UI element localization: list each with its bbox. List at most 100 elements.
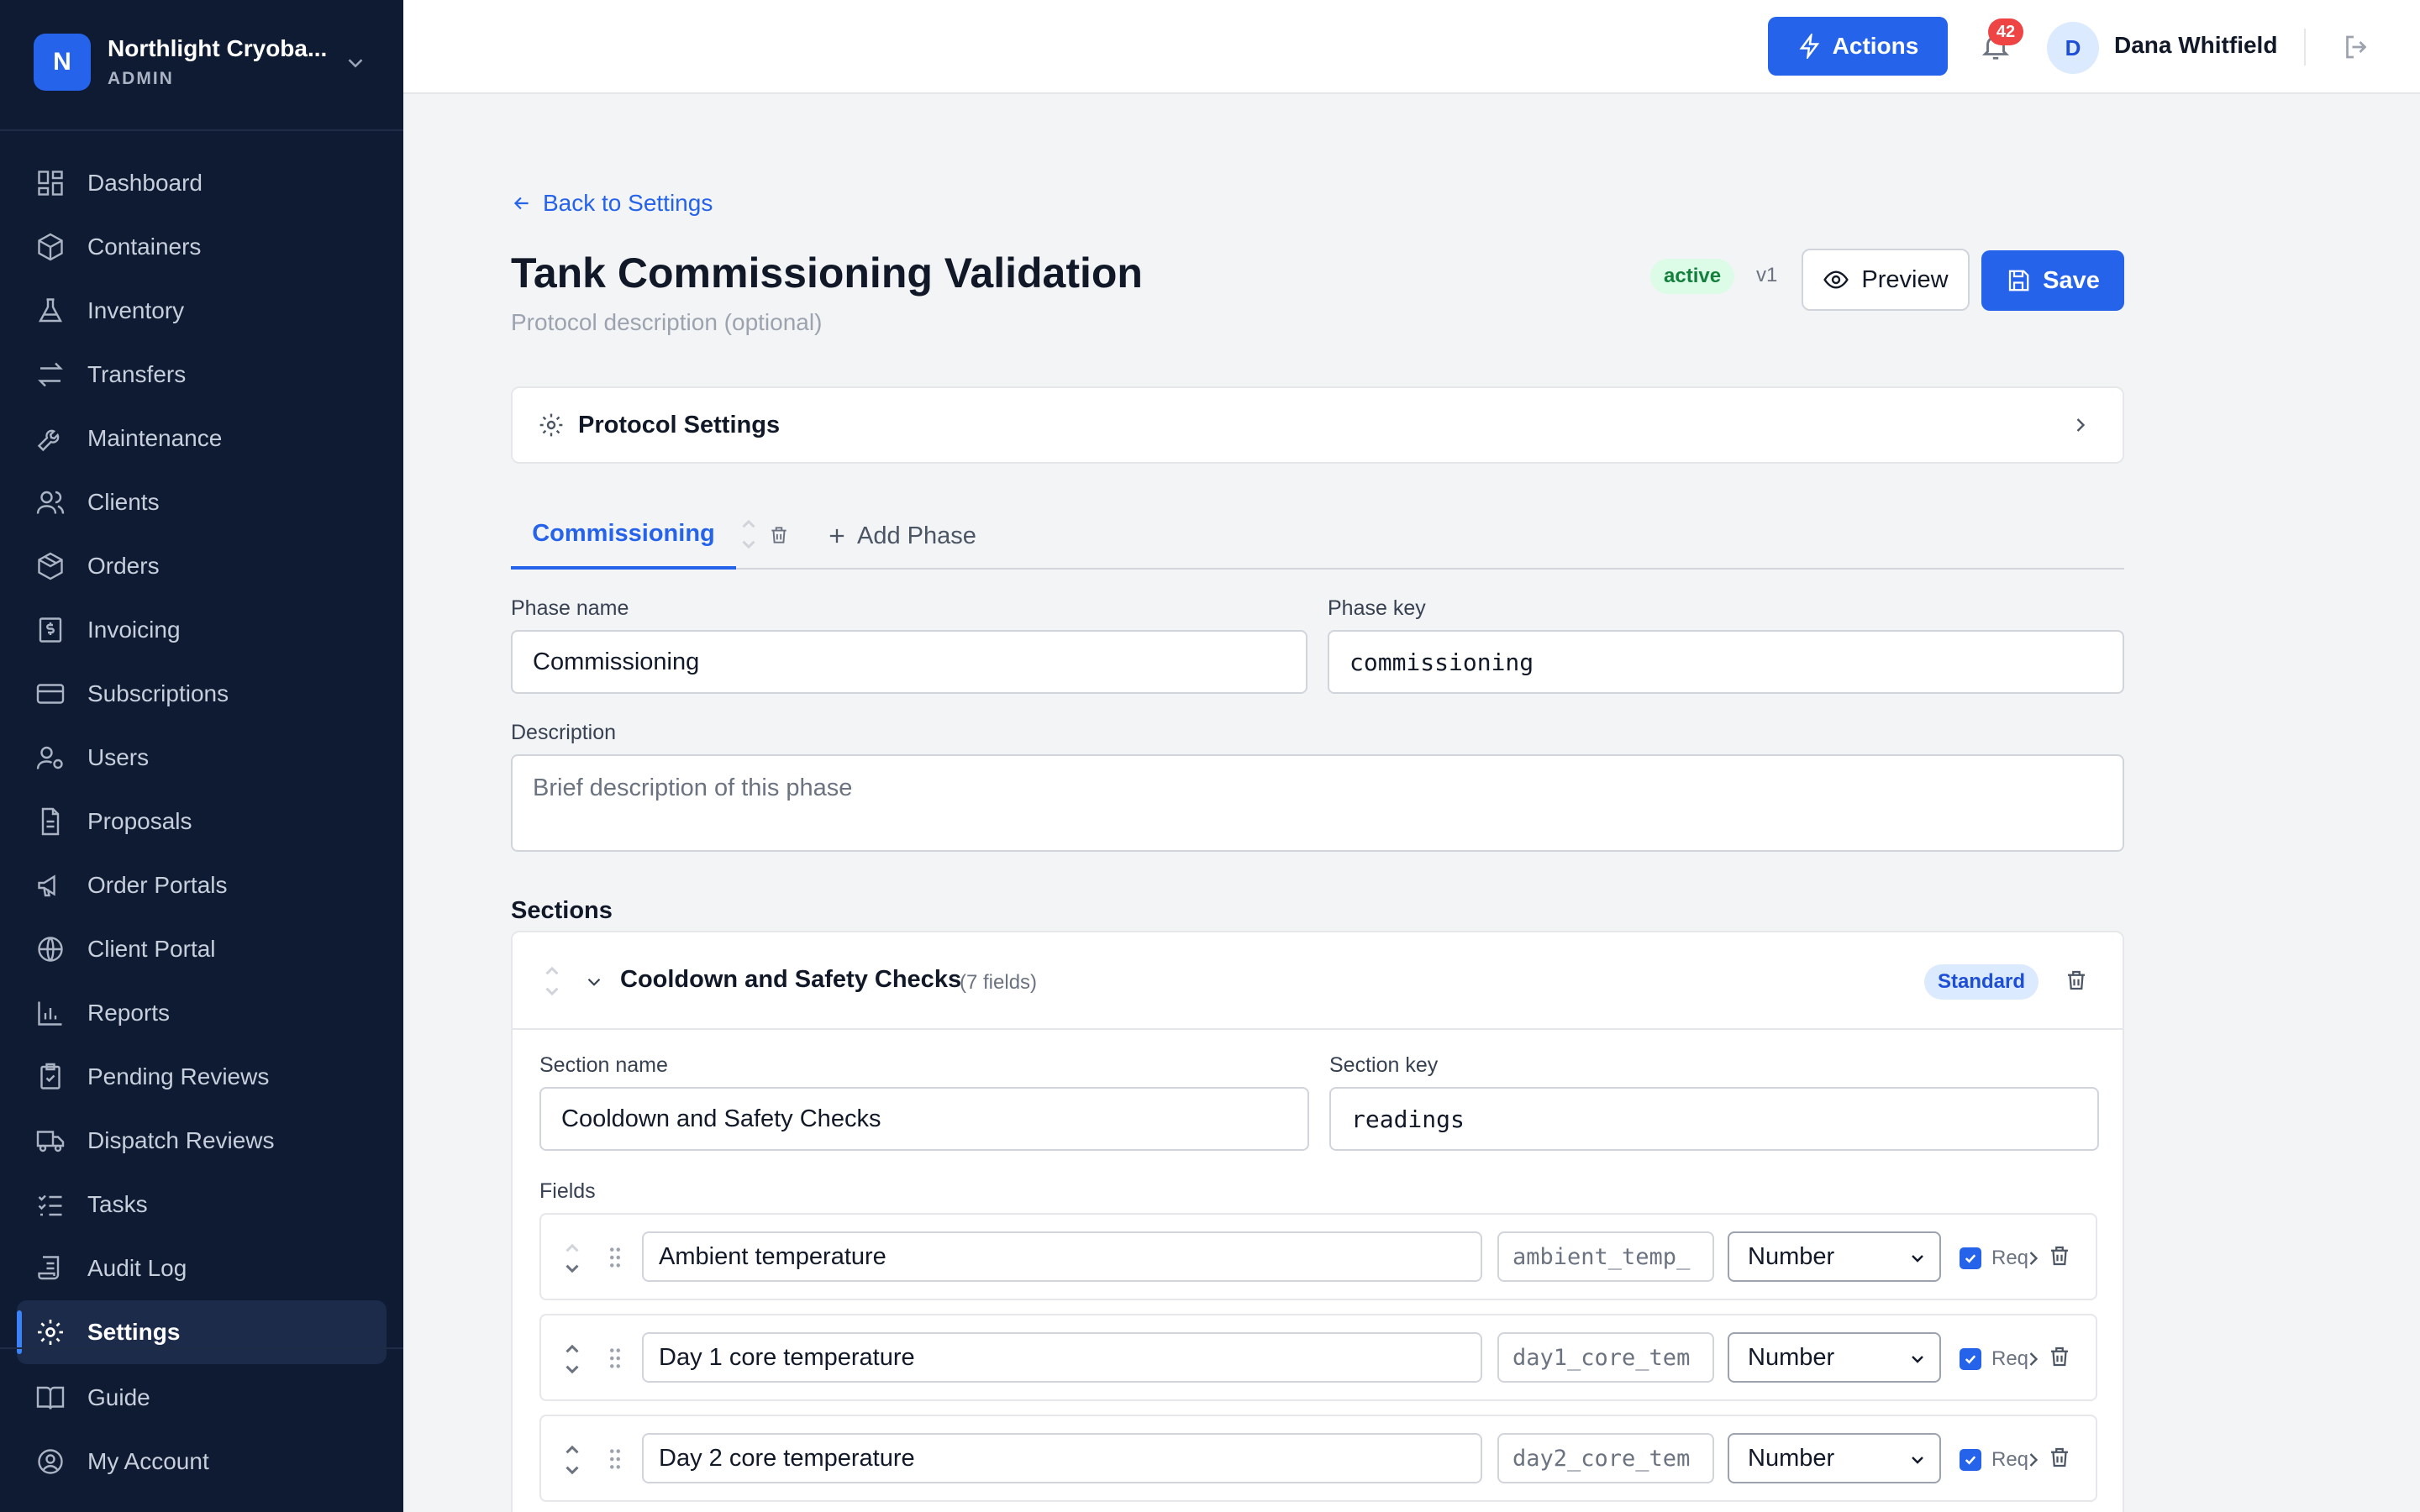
sidebar-item-audit-log[interactable]: Audit Log (17, 1236, 387, 1300)
sidebar-item-order-portals[interactable]: Order Portals (17, 853, 387, 917)
tab-commissioning[interactable]: Commissioning (511, 501, 736, 570)
checkmark-icon (1960, 1449, 1981, 1471)
flask-icon (35, 296, 66, 326)
sidebar-item-clients[interactable]: Clients (17, 470, 387, 534)
trash-icon[interactable] (2064, 968, 2089, 993)
reorder-icon[interactable] (738, 512, 760, 556)
field-type-select[interactable]: Number (1728, 1433, 1941, 1483)
card-icon (35, 679, 66, 709)
trash-icon[interactable] (2047, 1445, 2072, 1470)
save-label: Save (2043, 266, 2100, 294)
sidebar-item-label: Orders (87, 553, 160, 579)
trash-icon[interactable] (2047, 1243, 2072, 1268)
required-checkbox[interactable]: Req (1960, 1448, 2028, 1472)
section-name-input[interactable]: Cooldown and Safety Checks (539, 1087, 1309, 1151)
sidebar-item-dispatch-reviews[interactable]: Dispatch Reviews (17, 1109, 387, 1173)
sidebar-item-containers[interactable]: Containers (17, 215, 387, 279)
sidebar-item-pending-reviews[interactable]: Pending Reviews (17, 1045, 387, 1109)
user-name[interactable]: Dana Whitfield (2114, 32, 2277, 59)
phase-description-input[interactable]: Brief description of this phase (511, 754, 2124, 852)
sidebar-item-label: Transfers (87, 361, 187, 387)
save-button[interactable]: Save (1981, 250, 2124, 311)
sidebar-item-dashboard[interactable]: Dashboard (17, 151, 387, 215)
preview-button[interactable]: Preview (1802, 249, 1970, 311)
sidebar-item-label: Containers (87, 234, 202, 260)
sidebar-item-reports[interactable]: Reports (17, 981, 387, 1045)
logout-icon[interactable] (2341, 32, 2371, 62)
sidebar-item-subscriptions[interactable]: Subscriptions (17, 662, 387, 726)
preview-label: Preview (1861, 265, 1949, 293)
back-label: Back to Settings (543, 190, 713, 216)
arrows-icon (35, 360, 66, 390)
drag-handle-icon[interactable] (607, 1346, 623, 1371)
sidebar-item-client-portal[interactable]: Client Portal (17, 917, 387, 981)
section-header[interactable]: Cooldown and Safety Checks (7 fields) St… (513, 932, 2123, 1030)
field-key-input[interactable]: ambient_temp_ (1497, 1231, 1714, 1282)
drag-handle-icon[interactable] (607, 1245, 623, 1270)
reorder-icon[interactable] (561, 1436, 583, 1483)
sidebar-item-transfers[interactable]: Transfers (17, 343, 387, 407)
sidebar-item-label: Subscriptions (87, 680, 229, 706)
bar-chart-icon (35, 998, 66, 1028)
sidebar-item-users[interactable]: Users (17, 726, 387, 790)
users-icon (35, 487, 66, 517)
sidebar-item-label: Invoicing (87, 617, 181, 643)
reorder-icon[interactable] (561, 1235, 583, 1282)
sidebar-nav: Dashboard Containers Inventory Transfers… (0, 151, 403, 1364)
sidebar-item-label: Audit Log (87, 1255, 187, 1281)
field-label-input[interactable]: Ambient temperature (642, 1231, 1482, 1282)
add-phase-button[interactable]: Add Phase (825, 516, 976, 556)
field-label-input[interactable]: Day 2 core temperature (642, 1433, 1482, 1483)
section-card: Cooldown and Safety Checks (7 fields) St… (511, 931, 2124, 1512)
field-label-input[interactable]: Day 1 core temperature (642, 1332, 1482, 1383)
sidebar-item-label: My Account (87, 1448, 209, 1474)
field-key-input[interactable]: day1_core_tem (1497, 1332, 1714, 1383)
chevron-right-icon (2069, 413, 2092, 437)
protocol-settings-toggle[interactable]: Protocol Settings (511, 386, 2124, 464)
reorder-icon[interactable] (541, 958, 563, 1005)
sidebar-item-orders[interactable]: Orders (17, 534, 387, 598)
sidebar-item-label: Settings (87, 1319, 181, 1345)
book-icon (35, 1383, 66, 1413)
required-checkbox[interactable]: Req (1960, 1347, 2028, 1371)
sidebar-item-guide[interactable]: Guide (17, 1366, 387, 1430)
sidebar-item-label: Maintenance (87, 425, 223, 451)
protocol-description-input[interactable]: Protocol description (optional) (511, 309, 822, 336)
field-key-input[interactable]: day2_core_tem (1497, 1433, 1714, 1483)
user-cog-icon (35, 743, 66, 773)
page-title[interactable]: Tank Commissioning Validation (511, 249, 1143, 297)
sidebar-item-tasks[interactable]: Tasks (17, 1173, 387, 1236)
phase-name-input[interactable]: Commissioning (511, 630, 1307, 694)
sidebar-item-inventory[interactable]: Inventory (17, 279, 387, 343)
sidebar-item-invoicing[interactable]: Invoicing (17, 598, 387, 662)
lightning-icon (1797, 34, 1823, 59)
top-bar: Actions 42 D Dana Whitfield (403, 0, 2420, 94)
drag-handle-icon[interactable] (607, 1446, 623, 1472)
user-avatar[interactable]: D (2047, 22, 2099, 74)
trash-icon[interactable] (768, 524, 790, 546)
reorder-icon[interactable] (561, 1336, 583, 1383)
globe-icon (35, 934, 66, 964)
sidebar-item-proposals[interactable]: Proposals (17, 790, 387, 853)
add-phase-label: Add Phase (857, 522, 976, 549)
trash-icon[interactable] (2047, 1344, 2072, 1369)
required-checkbox[interactable]: Req (1960, 1247, 2028, 1270)
field-type-select[interactable]: Number (1728, 1332, 1941, 1383)
save-icon (2006, 268, 2031, 293)
back-to-settings-link[interactable]: Back to Settings (511, 190, 713, 217)
gear-icon (35, 1317, 66, 1347)
section-key-input[interactable]: readings (1329, 1087, 2099, 1151)
org-switcher[interactable]: N Northlight Cryoba... ADMIN (0, 0, 403, 131)
actions-button[interactable]: Actions (1768, 17, 1948, 76)
chevron-right-icon[interactable] (2022, 1247, 2045, 1270)
sidebar-item-maintenance[interactable]: Maintenance (17, 407, 387, 470)
chevron-right-icon[interactable] (2022, 1347, 2045, 1371)
phase-key-input[interactable]: commissioning (1328, 630, 2124, 694)
protocol-settings-label: Protocol Settings (578, 411, 781, 438)
chevron-right-icon[interactable] (2022, 1448, 2045, 1472)
field-row: Day 2 core temperature day2_core_tem Num… (539, 1415, 2097, 1502)
sidebar-item-my-account[interactable]: My Account (17, 1430, 387, 1494)
field-type-select[interactable]: Number (1728, 1231, 1941, 1282)
field-row: Day 1 core temperature day1_core_tem Num… (539, 1314, 2097, 1401)
chevron-down-icon[interactable] (583, 971, 605, 993)
